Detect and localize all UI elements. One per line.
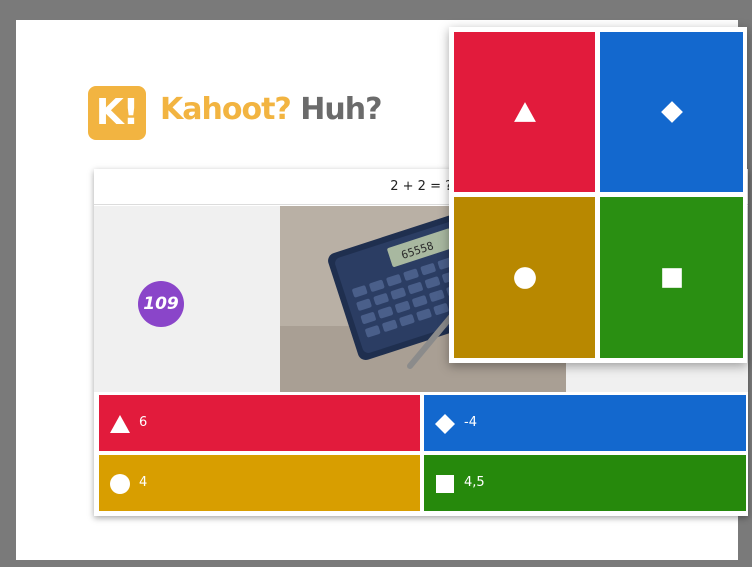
answer-triangle-button[interactable]: 6 — [99, 395, 420, 451]
answer-square-button[interactable]: 4,5 — [424, 455, 746, 511]
triangle-icon — [513, 102, 536, 122]
circle-icon — [110, 474, 130, 494]
square-icon — [436, 475, 454, 493]
answer-label: 4,5 — [464, 475, 485, 490]
answer-label: 4 — [139, 475, 148, 490]
circle-icon — [513, 266, 536, 289]
title-kahoot: Kahoot? — [160, 92, 292, 127]
tile-diamond-button[interactable] — [600, 32, 743, 192]
kahoot-logo: K! — [88, 86, 146, 140]
answer-label: 6 — [139, 415, 148, 430]
answer-grid: 6 -4 4 4,5 — [99, 395, 747, 513]
tile-circle-button[interactable] — [454, 197, 595, 358]
timer-panel: 109 — [94, 206, 280, 392]
tile-triangle-button[interactable] — [454, 32, 595, 192]
title-huh: Huh? — [300, 92, 382, 127]
answer-label: -4 — [464, 415, 477, 430]
countdown-timer: 109 — [138, 281, 184, 327]
question-text: 2 + 2 = ? — [390, 179, 452, 194]
answer-diamond-button[interactable]: -4 — [424, 395, 746, 451]
diamond-icon — [435, 414, 455, 434]
tile-square-button[interactable] — [600, 197, 743, 358]
slide-title: Kahoot? Huh? — [160, 92, 383, 127]
triangle-icon — [110, 415, 130, 433]
answer-tile-overlay — [449, 27, 747, 363]
square-icon — [661, 267, 682, 288]
answer-circle-button[interactable]: 4 — [99, 455, 420, 511]
diamond-icon — [660, 101, 683, 123]
